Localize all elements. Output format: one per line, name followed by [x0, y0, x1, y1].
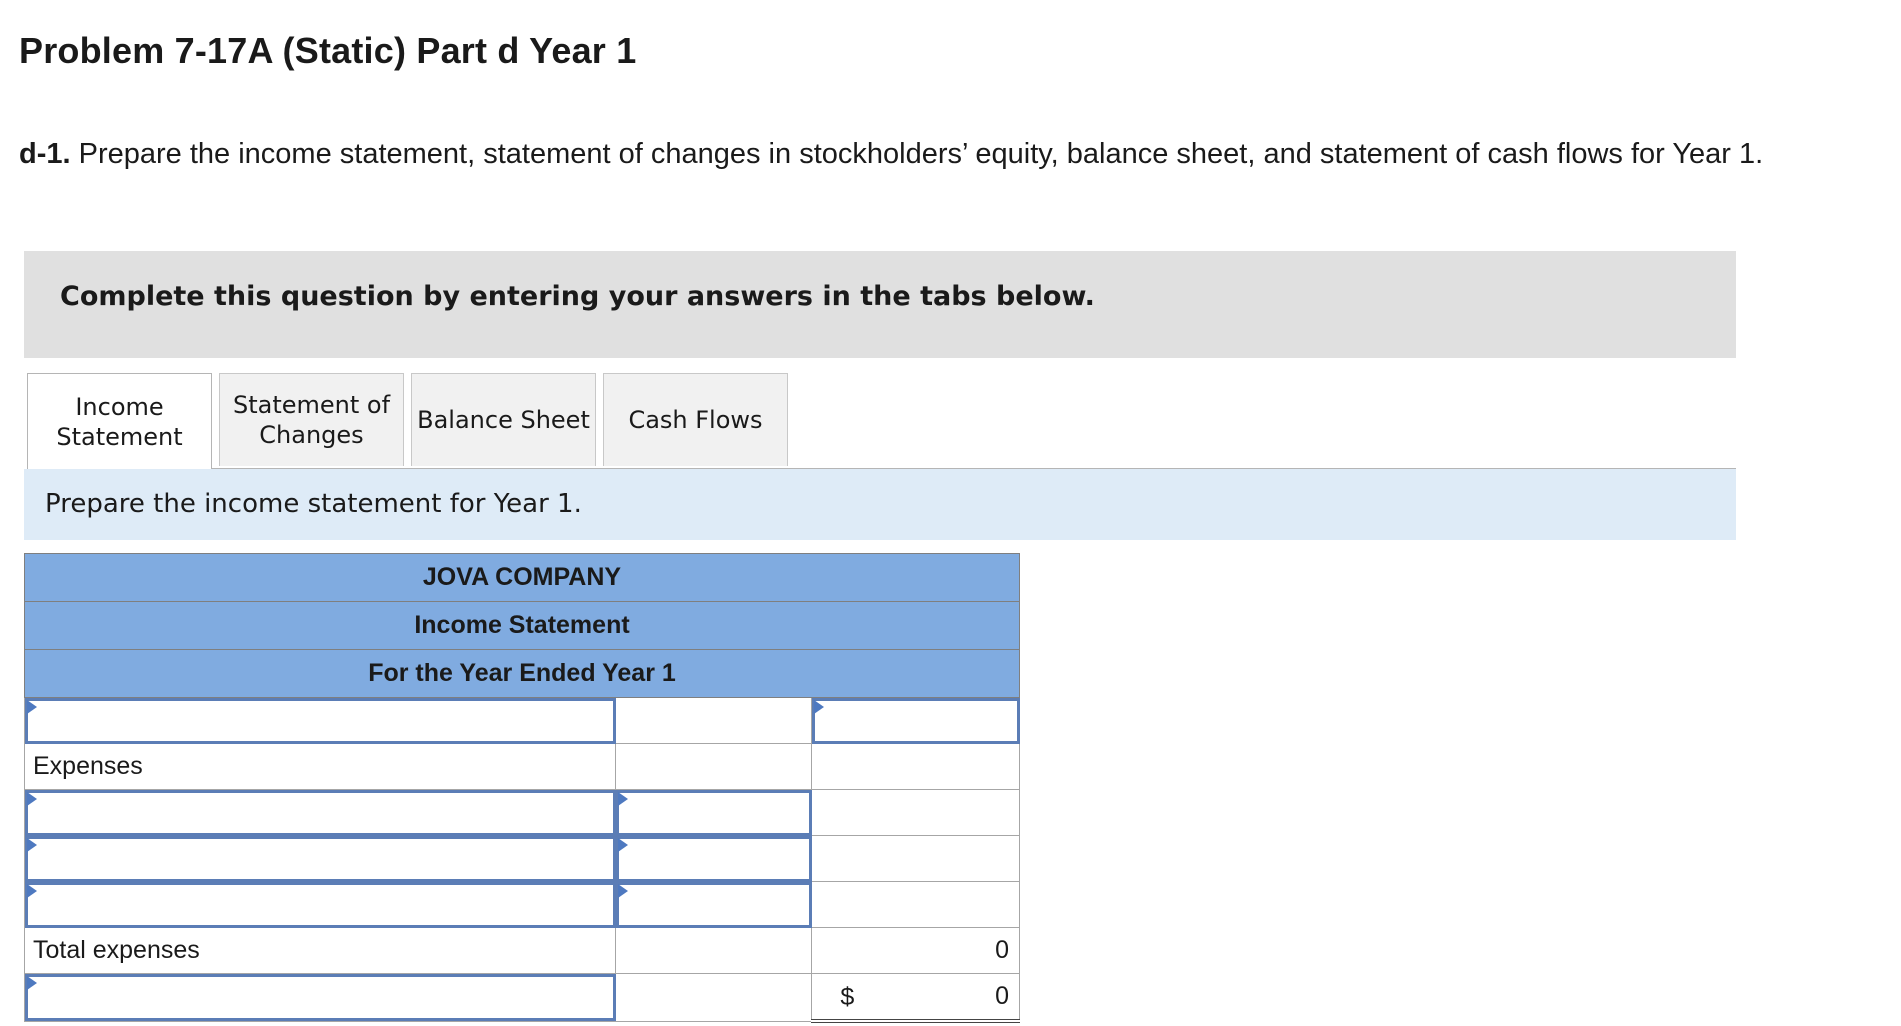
- dropdown-indicator-icon: [814, 700, 825, 714]
- total-expenses-value: 0: [811, 927, 1020, 974]
- tab-label: Balance Sheet: [417, 406, 590, 434]
- table-row: [23, 697, 1020, 744]
- tab-prompt: Prepare the income statement for Year 1.: [24, 469, 1736, 540]
- expense-2-label-input[interactable]: [23, 835, 617, 882]
- currency-symbol: $: [840, 983, 855, 1011]
- company-name: JOVA COMPANY: [24, 553, 1020, 602]
- empty-cell: [811, 835, 1020, 882]
- dropdown-indicator-icon: [27, 838, 37, 852]
- income-statement-table: JOVA COMPANY Income Statement For the Ye…: [23, 553, 1020, 1023]
- dropdown-indicator-icon: [27, 792, 37, 806]
- dropdown-indicator-icon: [618, 884, 629, 898]
- dropdown-indicator-icon: [618, 792, 629, 806]
- empty-cell: [811, 789, 1020, 836]
- prompt-text: Prepare the income statement for Year 1.: [45, 489, 582, 519]
- table-row: $0: [23, 973, 1020, 1023]
- revenue-label-input[interactable]: [23, 697, 617, 744]
- tab-statement-of-changes[interactable]: Statement of Changes: [219, 373, 404, 466]
- net-income-value: $0: [811, 973, 1020, 1023]
- tab-balance-sheet[interactable]: Balance Sheet: [411, 373, 596, 466]
- table-row: [23, 789, 1020, 836]
- empty-cell: [811, 743, 1020, 790]
- expenses-label: Expenses: [23, 743, 617, 790]
- table-row: Expenses: [23, 743, 1020, 790]
- expense-1-label-input[interactable]: [23, 789, 617, 836]
- expense-3-label-input[interactable]: [23, 881, 617, 928]
- dropdown-indicator-icon: [27, 700, 37, 714]
- dropdown-indicator-icon: [27, 976, 37, 990]
- instruction-text: Prepare the income statement, statement …: [70, 138, 1764, 170]
- tab-income-statement[interactable]: Income Statement: [27, 373, 212, 469]
- empty-cell: [615, 743, 813, 790]
- tab-label: Cash Flows: [628, 406, 763, 434]
- net-income-amount: 0: [995, 982, 1009, 1010]
- expense-3-amount-input[interactable]: [615, 881, 813, 928]
- empty-cell: [615, 697, 813, 744]
- empty-cell: [615, 927, 813, 974]
- tab-cash-flows[interactable]: Cash Flows: [603, 373, 788, 466]
- statement-name: Income Statement: [24, 601, 1020, 650]
- page-title: Problem 7-17A (Static) Part d Year 1: [19, 30, 637, 71]
- statement-period: For the Year Ended Year 1: [24, 649, 1020, 698]
- table-row: [23, 835, 1020, 882]
- empty-cell: [615, 973, 813, 1022]
- dropdown-indicator-icon: [618, 838, 629, 852]
- table-row: Total expenses 0: [23, 927, 1020, 974]
- expense-2-amount-input[interactable]: [615, 835, 813, 882]
- empty-cell: [811, 881, 1020, 928]
- total-expenses-label: Total expenses: [23, 927, 617, 974]
- instruction: d-1. Prepare the income statement, state…: [19, 136, 1889, 173]
- net-income-label-input[interactable]: [23, 973, 617, 1022]
- tab-label: Income Statement: [56, 392, 183, 451]
- tab-label: Statement of Changes: [232, 391, 391, 449]
- tab-bar: Income Statement Statement of Changes Ba…: [27, 373, 1736, 469]
- revenue-amount-input[interactable]: [811, 697, 1020, 744]
- expense-1-amount-input[interactable]: [615, 789, 813, 836]
- dropdown-indicator-icon: [27, 884, 37, 898]
- table-row: [23, 881, 1020, 928]
- banner-text: Complete this question by entering your …: [60, 281, 1095, 312]
- instruction-prefix: d-1.: [19, 138, 71, 170]
- instructions-banner: Complete this question by entering your …: [24, 251, 1736, 358]
